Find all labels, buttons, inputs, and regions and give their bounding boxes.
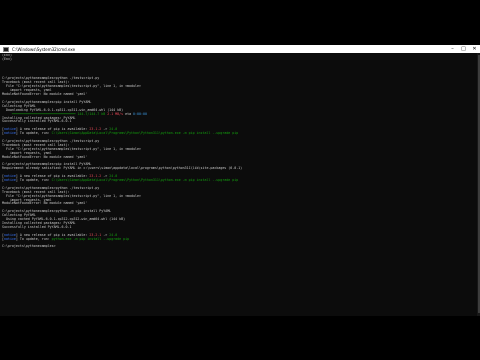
console-text: 0:00:00	[133, 111, 147, 116]
console-text: ModuleNotFoundError: No module named 'ya…	[2, 201, 88, 206]
maximize-button[interactable]: □	[458, 45, 469, 53]
console-text: 144.7/144.7 kB	[77, 111, 108, 116]
title-bar[interactable]: C:\Windows\System32\cmd.exe – □ ✕	[0, 45, 480, 53]
console-text: notice	[4, 178, 16, 182]
console-text: ModuleNotFoundError: No module named 'ya…	[2, 154, 88, 159]
console-text: ] To update, run:	[15, 178, 52, 182]
console-text: C:\Users\Simon\AppData\Local\Programs\Py…	[51, 131, 239, 136]
window-title: C:\Windows\System32\cmd.exe	[12, 46, 76, 52]
console-text: Successfully installed PyYAML-6.0.1	[2, 224, 72, 229]
console-line: C:\projects\pythonexamples>	[2, 244, 476, 249]
cmd-icon	[3, 46, 9, 52]
console-text: 2.1 MB/s	[107, 111, 124, 116]
console-text: notice	[4, 236, 16, 241]
console-text: ] To update, run:	[15, 236, 52, 241]
console-text: notice	[4, 131, 16, 136]
minimize-button[interactable]: –	[447, 45, 458, 53]
console-output[interactable]: (Env) (Env) C:\projects\pythonexamples>pyt…	[2, 54, 476, 314]
console-text: ModuleNotFoundError: No module named 'ya…	[2, 92, 88, 97]
terminal-window[interactable]: C:\Windows\System32\cmd.exe – □ ✕ (Env)(…	[0, 45, 480, 316]
close-button[interactable]: ✕	[469, 45, 480, 53]
console-text: C:\projects\pythonexamples>	[2, 244, 56, 249]
window-controls: – □ ✕	[447, 45, 480, 53]
console-text: (Env)	[2, 56, 12, 61]
console-text: Successfully installed PyYAML-6.0.1	[2, 119, 72, 124]
console-text: C:\Users\Simon\AppData\Local\Programs\Py…	[51, 178, 239, 182]
console-text: python.exe -m pip install --upgrade pip	[51, 236, 130, 241]
scrollbar-thumb[interactable]	[477, 55, 480, 313]
console-text: ] To update, run:	[15, 131, 52, 136]
console-text: Requirement already satisfied: PyYAML in…	[2, 166, 243, 171]
console-text: eta	[123, 111, 134, 116]
